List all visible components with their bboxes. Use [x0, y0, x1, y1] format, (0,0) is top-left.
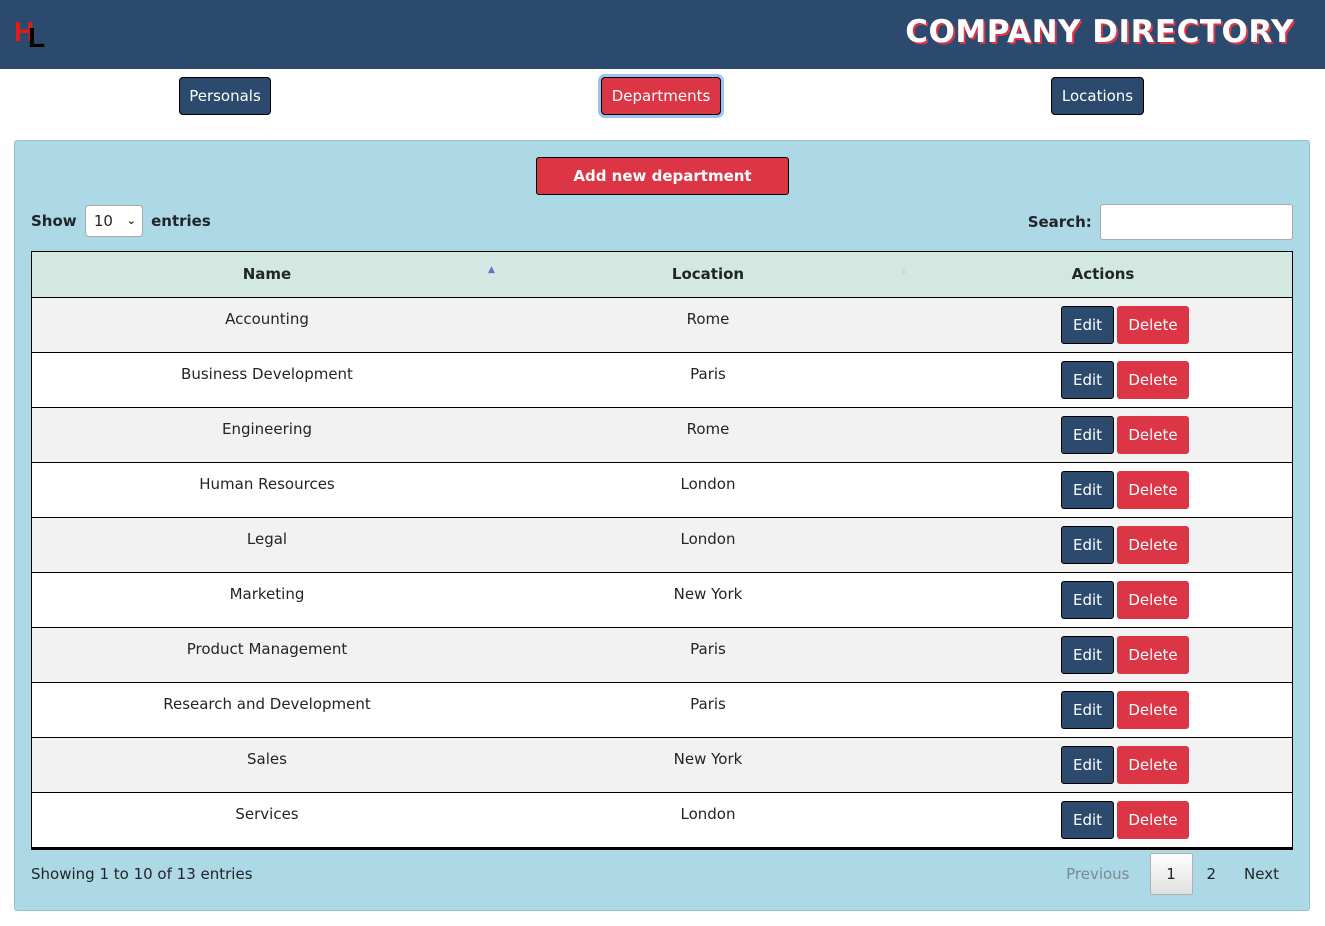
table-row: Marketing New York Edit Delete	[32, 573, 1292, 628]
delete-button[interactable]: Delete	[1117, 526, 1189, 564]
pagination: Previous 1 2 Next	[1052, 853, 1293, 895]
cell-location: London	[680, 475, 736, 493]
cell-location: Paris	[690, 640, 726, 658]
pagination-previous[interactable]: Previous	[1052, 853, 1143, 895]
table-row: Accounting Rome Edit Delete	[32, 298, 1292, 353]
sort-inactive-icon: ↕	[900, 267, 908, 277]
cell-actions: Edit Delete	[914, 408, 1292, 462]
table-row: Sales New York Edit Delete	[32, 738, 1292, 793]
departments-table: Name Location Actions ▲ ↕ Accounting Rome…	[31, 251, 1293, 850]
edit-button[interactable]: Edit	[1061, 471, 1114, 509]
delete-button[interactable]: Delete	[1117, 801, 1189, 839]
page-size-control: Show 10 ⌄ entries	[31, 204, 211, 237]
table-header: Name Location Actions ▲ ↕	[32, 252, 1292, 298]
entries-label: entries	[151, 211, 211, 230]
edit-button[interactable]: Edit	[1061, 361, 1114, 399]
logo-letter-l: L	[28, 22, 46, 53]
edit-button[interactable]: Edit	[1061, 746, 1114, 784]
cell-actions: Edit Delete	[914, 353, 1292, 407]
cell-actions: Edit Delete	[914, 793, 1292, 847]
edit-button[interactable]: Edit	[1061, 636, 1114, 674]
page-size-value: 10	[93, 211, 113, 230]
cell-location: Rome	[686, 310, 730, 328]
cell-name: Accounting	[225, 310, 309, 328]
logo: H L	[14, 16, 54, 53]
delete-button[interactable]: Delete	[1117, 416, 1189, 454]
cell-name: Legal	[246, 530, 288, 548]
delete-button[interactable]: Delete	[1117, 581, 1189, 619]
edit-button[interactable]: Edit	[1061, 801, 1114, 839]
search-input[interactable]	[1100, 203, 1293, 240]
delete-button[interactable]: Delete	[1117, 471, 1189, 509]
table-bottom-border	[32, 848, 1292, 850]
table-row: Services London Edit Delete	[32, 793, 1292, 848]
departments-panel: Add new department Show 10 ⌄ entries Sea…	[14, 140, 1310, 911]
cell-actions: Edit Delete	[914, 683, 1292, 737]
edit-button[interactable]: Edit	[1061, 581, 1114, 619]
cell-name: Marketing	[229, 585, 305, 603]
cell-name: Human Resources	[199, 475, 335, 493]
cell-name: Engineering	[222, 420, 312, 438]
edit-button[interactable]: Edit	[1061, 691, 1114, 729]
table-row: Research and Development Paris Edit Delete	[32, 683, 1292, 738]
cell-name: Services	[235, 805, 299, 823]
cell-name: Product Management	[186, 640, 348, 658]
column-header-actions: Actions	[1071, 265, 1135, 283]
delete-button[interactable]: Delete	[1117, 746, 1189, 784]
cell-actions: Edit Delete	[914, 518, 1292, 572]
nav-locations-button[interactable]: Locations	[1051, 77, 1144, 115]
table-row: Human Resources London Edit Delete	[32, 463, 1292, 518]
cell-location: New York	[673, 585, 743, 603]
cell-location: Paris	[690, 695, 726, 713]
cell-location: New York	[673, 750, 743, 768]
page-title: COMPANY DIRECTORY	[905, 14, 1294, 50]
chevron-down-icon: ⌄	[126, 213, 136, 227]
nav-departments-button[interactable]: Departments	[601, 77, 721, 115]
search-control: Search:	[1027, 203, 1293, 240]
search-label: Search:	[1027, 212, 1092, 231]
cell-location: Paris	[690, 365, 726, 383]
cell-name: Business Development	[181, 365, 353, 383]
cell-actions: Edit Delete	[914, 298, 1292, 352]
cell-actions: Edit Delete	[914, 628, 1292, 682]
table-row: Business Development Paris Edit Delete	[32, 353, 1292, 408]
pagination-next[interactable]: Next	[1230, 853, 1293, 895]
cell-actions: Edit Delete	[914, 463, 1292, 517]
edit-button[interactable]: Edit	[1061, 526, 1114, 564]
table-body: Accounting Rome Edit Delete Business Develop…	[32, 298, 1292, 848]
column-header-name[interactable]: Name	[32, 252, 502, 297]
pagination-page-2[interactable]: 2	[1193, 853, 1231, 895]
cell-name: Research and Development	[163, 695, 371, 713]
add-department-button[interactable]: Add new department	[536, 157, 789, 195]
pagination-page-current[interactable]: 1	[1149, 853, 1193, 895]
delete-button[interactable]: Delete	[1117, 636, 1189, 674]
edit-button[interactable]: Edit	[1061, 416, 1114, 454]
cell-location: London	[680, 530, 736, 548]
sort-ascending-icon: ▲	[488, 265, 495, 275]
cell-actions: Edit Delete	[914, 738, 1292, 792]
edit-button[interactable]: Edit	[1061, 306, 1114, 344]
delete-button[interactable]: Delete	[1117, 691, 1189, 729]
delete-button[interactable]: Delete	[1117, 361, 1189, 399]
table-info: Showing 1 to 10 of 13 entries	[31, 865, 253, 883]
column-header-location[interactable]: Location	[502, 252, 914, 297]
cell-location: Rome	[686, 420, 730, 438]
cell-actions: Edit Delete	[914, 573, 1292, 627]
table-row: Product Management Paris Edit Delete	[32, 628, 1292, 683]
delete-button[interactable]: Delete	[1117, 306, 1189, 344]
nav-personals-button[interactable]: Personals	[179, 77, 271, 115]
table-row: Legal London Edit Delete	[32, 518, 1292, 573]
cell-name: Sales	[247, 750, 287, 768]
cell-location: London	[680, 805, 736, 823]
page-size-select[interactable]: 10 ⌄	[84, 204, 143, 237]
table-row: Engineering Rome Edit Delete	[32, 408, 1292, 463]
app-header: H L COMPANY DIRECTORY	[0, 0, 1325, 69]
show-label: Show	[31, 211, 77, 230]
